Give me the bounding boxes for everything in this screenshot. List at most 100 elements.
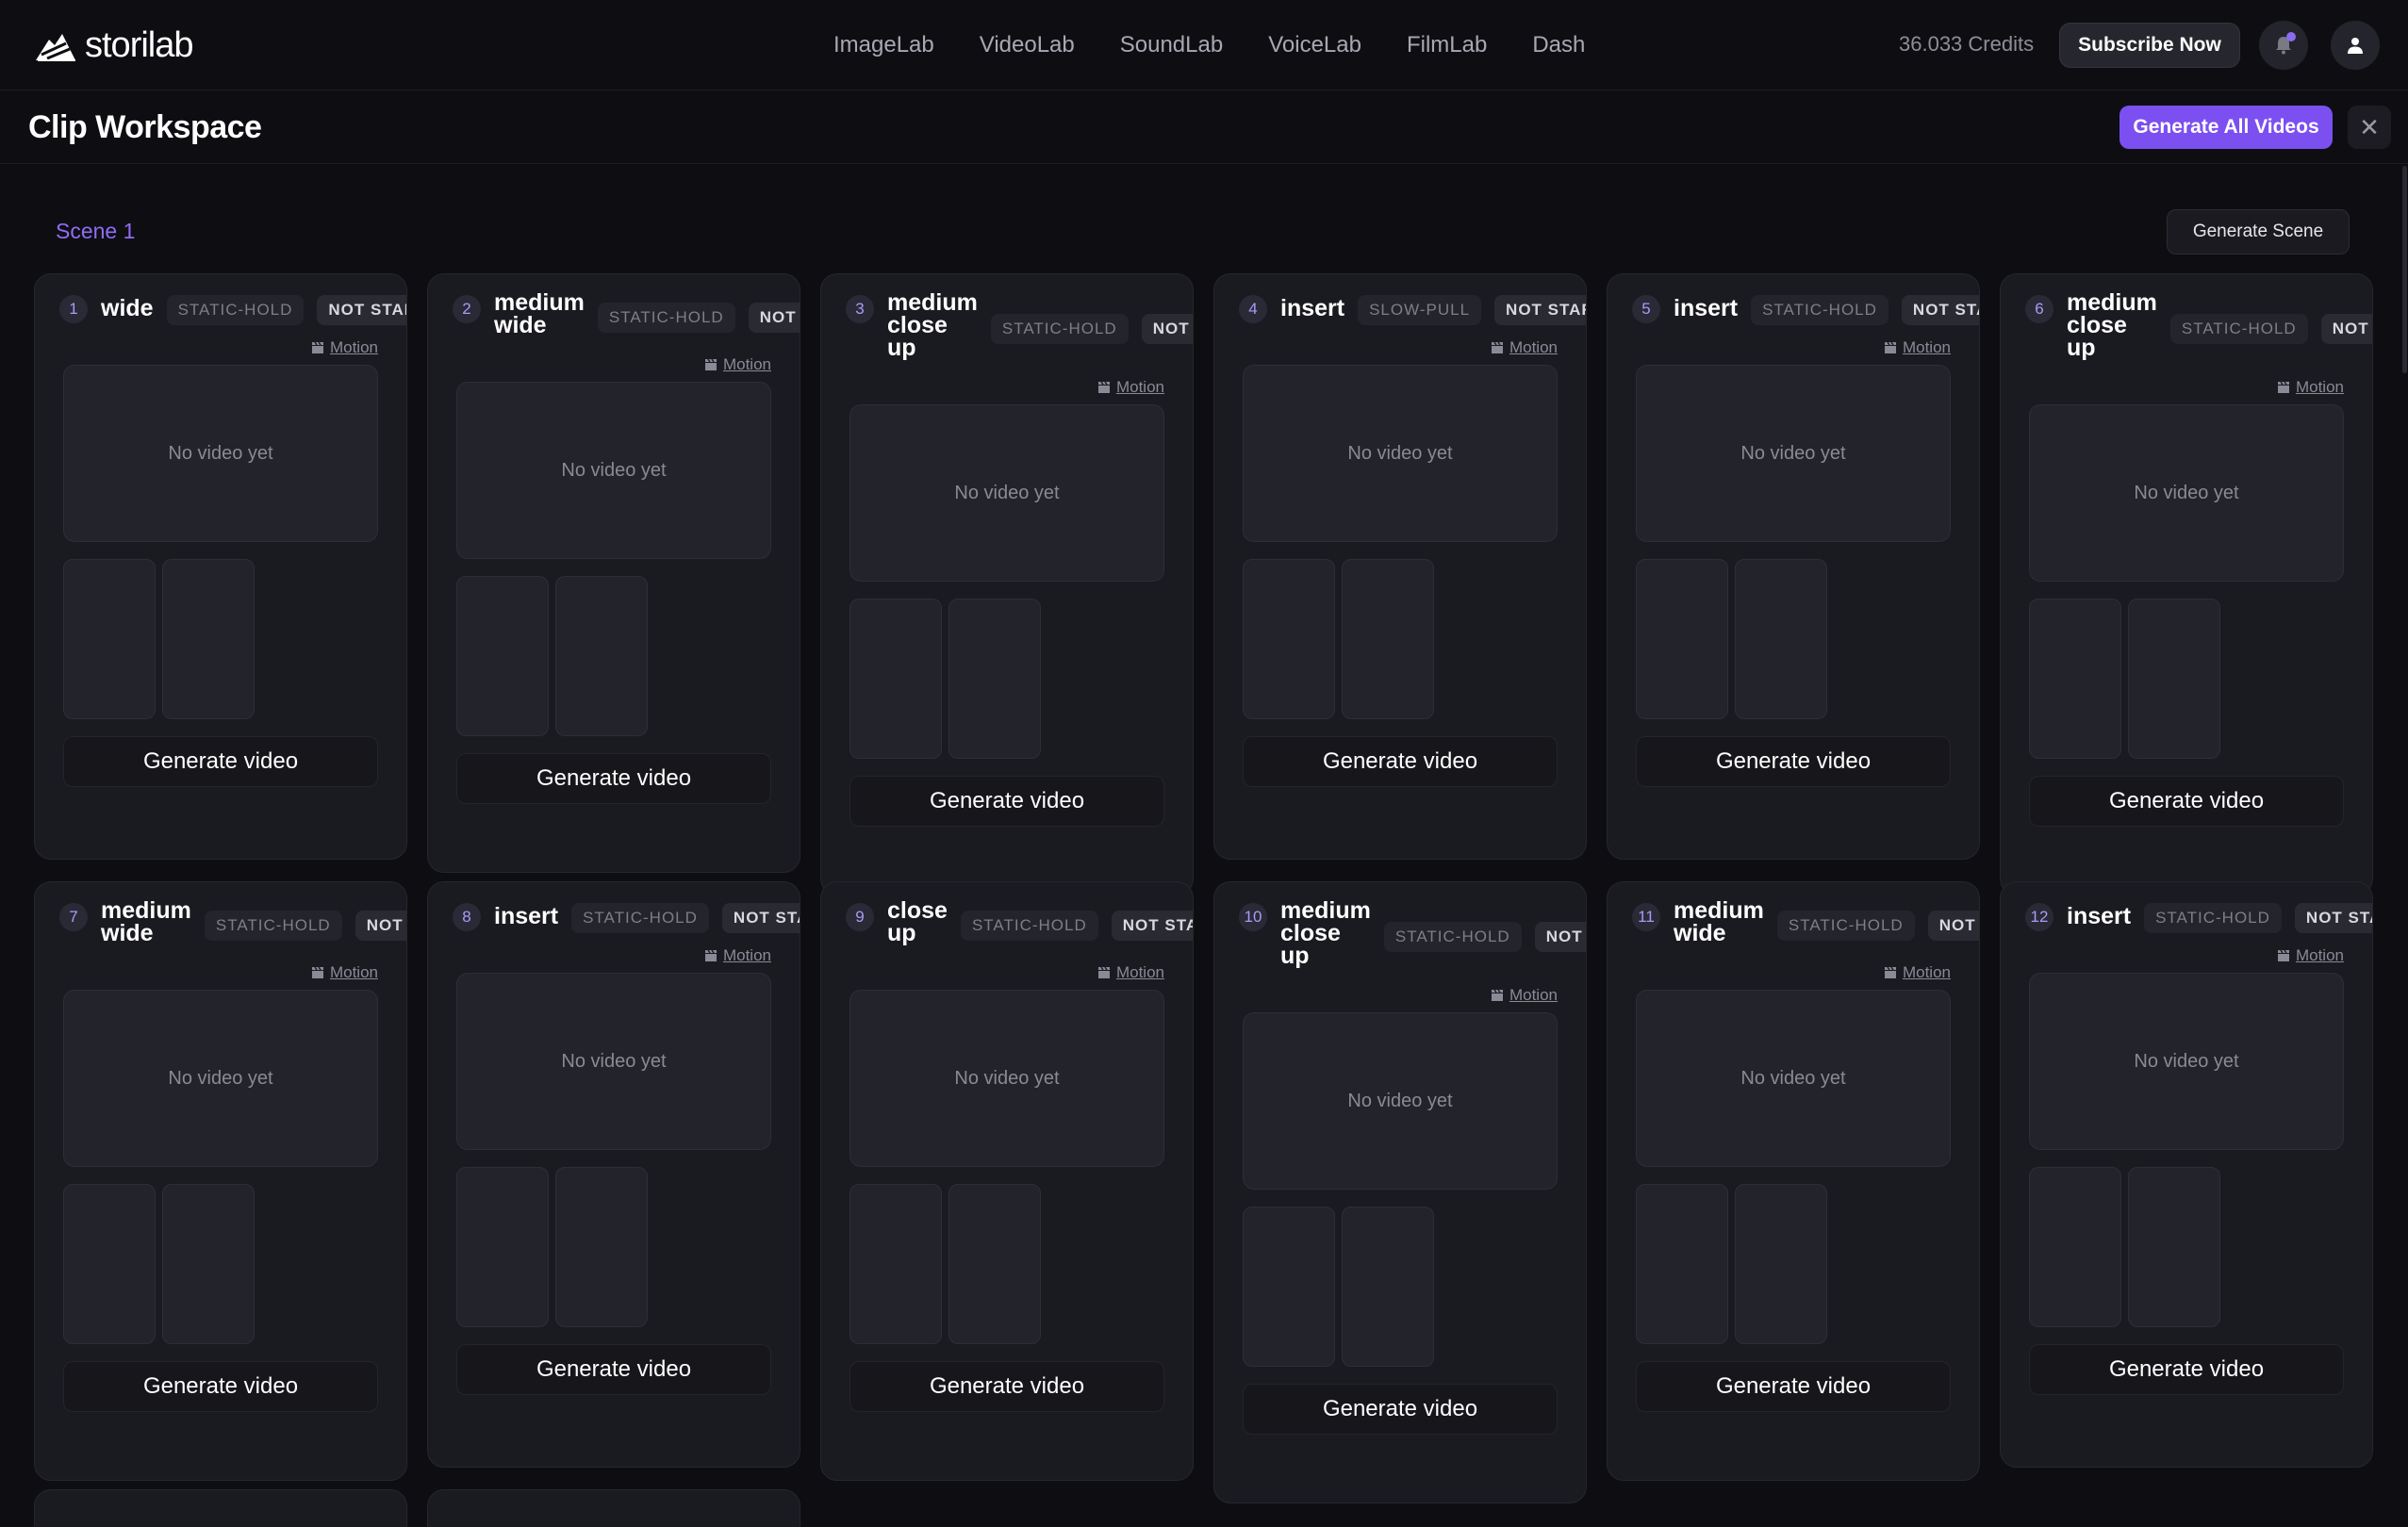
clip-header: 6 medium close up STATIC-HOLD NOT STARTED: [2025, 291, 2372, 380]
clip-header: 3 medium close up STATIC-HOLD NOT STARTED: [846, 291, 1193, 380]
reference-frame-end[interactable]: [555, 576, 648, 736]
video-preview[interactable]: No video yet: [1636, 990, 1951, 1167]
status-badge: NOT STARTED: [1494, 295, 1586, 325]
reference-frame-start[interactable]: [1636, 559, 1728, 719]
reference-frame-start[interactable]: [63, 1184, 156, 1344]
video-preview[interactable]: No video yet: [456, 382, 771, 559]
reference-frame-end[interactable]: [2128, 1167, 2220, 1327]
user-menu-button[interactable]: [2331, 21, 2380, 70]
reference-frame-end[interactable]: [1342, 1207, 1434, 1367]
generate-video-button[interactable]: Generate video: [63, 1361, 378, 1412]
generate-video-button[interactable]: Generate video: [2029, 776, 2344, 827]
motion-link[interactable]: Motion: [2277, 378, 2344, 397]
nav-dash[interactable]: Dash: [1532, 32, 1585, 58]
no-video-text: No video yet: [1740, 442, 1846, 464]
nav-filmlab[interactable]: FilmLab: [1407, 32, 1487, 58]
video-preview[interactable]: No video yet: [1636, 365, 1951, 542]
reference-frame-end[interactable]: [1735, 559, 1827, 719]
motion-link[interactable]: Motion: [704, 946, 771, 965]
generate-video-button[interactable]: Generate video: [1636, 1361, 1951, 1412]
clapperboard-icon: [311, 966, 323, 978]
reference-frame-end[interactable]: [555, 1167, 648, 1327]
reference-frame-start[interactable]: [2029, 1167, 2121, 1327]
reference-frame-start[interactable]: [849, 599, 942, 759]
reference-frame-start[interactable]: [849, 1184, 942, 1344]
shot-type: medium wide: [494, 289, 585, 338]
motion-link[interactable]: Motion: [704, 355, 771, 374]
camera-motion-tag: STATIC-HOLD: [2144, 903, 2282, 933]
motion-link[interactable]: Motion: [1491, 986, 1558, 1005]
video-preview[interactable]: No video yet: [2029, 973, 2344, 1150]
subscribe-button[interactable]: Subscribe Now: [2059, 23, 2240, 68]
clip-number: 3: [846, 295, 874, 323]
clip-card: 4 insert SLOW-PULL NOT STARTED Motion No vide…: [1213, 273, 1587, 860]
reference-frame-start[interactable]: [1636, 1184, 1728, 1344]
generate-scene-button[interactable]: Generate Scene: [2167, 209, 2350, 254]
logo[interactable]: storilab: [34, 23, 193, 68]
generate-video-button[interactable]: Generate video: [1636, 736, 1951, 787]
video-preview[interactable]: No video yet: [2029, 404, 2344, 582]
reference-frame-start[interactable]: [2029, 599, 2121, 759]
generate-video-button[interactable]: Generate video: [2029, 1344, 2344, 1395]
reference-frame-start[interactable]: [1243, 559, 1335, 719]
nav-videolab[interactable]: VideoLab: [980, 32, 1075, 58]
reference-frame-start[interactable]: [456, 576, 549, 736]
generate-video-button[interactable]: Generate video: [456, 753, 771, 804]
camera-motion-tag: STATIC-HOLD: [1751, 295, 1888, 325]
generate-video-button[interactable]: Generate video: [63, 736, 378, 787]
reference-frame-start[interactable]: [1243, 1207, 1335, 1367]
generate-video-button[interactable]: Generate video: [1243, 736, 1558, 787]
shot-type: medium close up: [1280, 897, 1371, 969]
clip-number: 12: [2025, 903, 2053, 931]
generate-video-button[interactable]: Generate video: [849, 1361, 1164, 1412]
video-preview[interactable]: No video yet: [1243, 365, 1558, 542]
video-preview[interactable]: No video yet: [849, 404, 1164, 582]
status-badge: NOT STARTED: [1111, 911, 1193, 941]
clip-card: 10 medium close up STATIC-HOLD NOT STARTED M…: [1213, 881, 1587, 1503]
generate-video-button[interactable]: Generate video: [849, 776, 1164, 827]
no-video-text: No video yet: [168, 1067, 273, 1089]
generate-all-videos-button[interactable]: Generate All Videos: [2119, 106, 2333, 149]
clip-number: 6: [2025, 295, 2053, 323]
generate-video-button[interactable]: Generate video: [456, 1344, 771, 1395]
shot-type: medium wide: [1674, 897, 1764, 946]
reference-frame-end[interactable]: [1342, 559, 1434, 719]
motion-label: Motion: [1115, 378, 1164, 396]
video-preview[interactable]: No video yet: [1243, 1012, 1558, 1190]
clip-card: [427, 1489, 800, 1527]
motion-link[interactable]: Motion: [1884, 338, 1951, 357]
generate-video-button[interactable]: Generate video: [1243, 1384, 1558, 1435]
camera-motion-tag: SLOW-PULL: [1358, 295, 1482, 325]
close-button[interactable]: ✕: [2348, 106, 2391, 149]
video-preview[interactable]: No video yet: [849, 990, 1164, 1167]
reference-frame-end[interactable]: [162, 1184, 255, 1344]
camera-motion-tag: STATIC-HOLD: [204, 911, 342, 941]
reference-frame-start[interactable]: [456, 1167, 549, 1327]
clapperboard-icon: [1097, 966, 1110, 978]
motion-link[interactable]: Motion: [1097, 378, 1164, 397]
nav-soundlab[interactable]: SoundLab: [1120, 32, 1223, 58]
reference-frame-end[interactable]: [2128, 599, 2220, 759]
video-preview[interactable]: No video yet: [63, 990, 378, 1167]
reference-frame-end[interactable]: [162, 559, 255, 719]
reference-frame-end[interactable]: [1735, 1184, 1827, 1344]
reference-frame-end[interactable]: [948, 1184, 1041, 1344]
clapperboard-icon: [311, 341, 323, 353]
motion-link[interactable]: Motion: [1884, 963, 1951, 982]
clip-card: 9 close up STATIC-HOLD NOT STARTED Motion No …: [820, 881, 1194, 1481]
scrollbar-thumb[interactable]: [2402, 166, 2407, 373]
motion-link[interactable]: Motion: [1491, 338, 1558, 357]
motion-link[interactable]: Motion: [311, 963, 378, 982]
nav-voicelab[interactable]: VoiceLab: [1268, 32, 1361, 58]
nav-imagelab[interactable]: ImageLab: [833, 32, 934, 58]
motion-link[interactable]: Motion: [2277, 946, 2344, 965]
reference-frame-start[interactable]: [63, 559, 156, 719]
motion-link[interactable]: Motion: [311, 338, 378, 357]
reference-frame-end[interactable]: [948, 599, 1041, 759]
motion-label: Motion: [329, 338, 378, 356]
video-preview[interactable]: No video yet: [456, 973, 771, 1150]
notifications-button[interactable]: [2259, 21, 2308, 70]
video-preview[interactable]: No video yet: [63, 365, 378, 542]
no-video-text: No video yet: [954, 1067, 1060, 1089]
motion-link[interactable]: Motion: [1097, 963, 1164, 982]
